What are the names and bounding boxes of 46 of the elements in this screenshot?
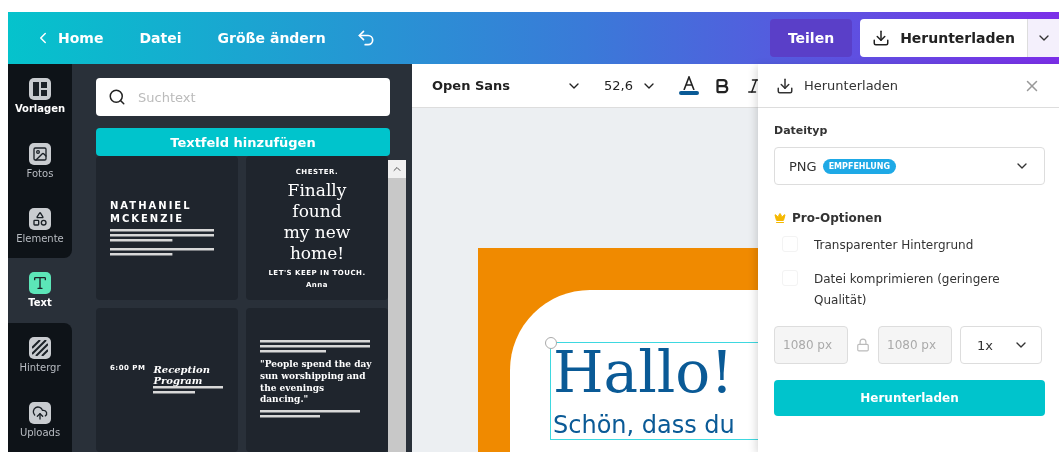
recommendation-badge: EMPFEHLUNG [822, 158, 897, 174]
canvas-heading[interactable]: Hallo! [553, 343, 734, 401]
dropdown-button[interactable] [1027, 19, 1059, 57]
image-icon [32, 146, 48, 162]
canvas-subheading[interactable]: Schön, dass du [553, 411, 735, 439]
template-title: NATHANIEL MCKENZIE [110, 198, 192, 225]
crown-icon [774, 212, 786, 224]
stripes-icon [32, 340, 48, 356]
pro-options-label: Pro-Optionen [792, 211, 883, 225]
height-field[interactable]: 1080 px [878, 326, 952, 365]
shapes-icon [32, 210, 48, 227]
file-type-dropdown[interactable]: PNG EMPFEHLUNG [774, 147, 1045, 185]
cloud-upload-icon [32, 404, 48, 421]
text-lines-drawing [153, 386, 224, 396]
template-title: Finally found my new home! [282, 179, 352, 265]
text-color-button[interactable] [678, 76, 699, 95]
sidebar-item[interactable]: Hintergr [8, 322, 72, 388]
template-thumbnail[interactable]: NATHANIEL MCKENZIE [96, 156, 238, 300]
scale-dropdown[interactable]: 1x [960, 326, 1042, 365]
file-type-label: Dateityp [774, 124, 829, 137]
download-button[interactable]: Herunterladen [860, 19, 1027, 57]
width-field[interactable]: 1080 px [774, 326, 848, 365]
panel-title: Herunterladen [804, 78, 900, 93]
scrollbar[interactable] [388, 160, 406, 452]
sidebar-item[interactable]: Vorlagen [8, 64, 72, 129]
sidebar-item[interactable]: Uploads [8, 387, 72, 452]
template-title: "People spend the day sun worshipping and the evenings dancing." [260, 359, 373, 406]
download-icon [872, 29, 891, 47]
undo-icon [355, 28, 376, 48]
option-label: Datei komprimieren (geringere Qualität) [814, 271, 1001, 309]
sidebar-item[interactable]: Elemente [8, 193, 72, 258]
resize-handle[interactable] [545, 337, 557, 349]
font-size-dropdown[interactable]: 52,6 [596, 77, 665, 94]
sidebar-item[interactable]: Fotos [8, 128, 72, 194]
share-button[interactable]: Teilen [769, 19, 853, 57]
download-icon [776, 76, 794, 95]
search-icon [108, 88, 126, 106]
option-label: Transparenter Hintergrund [814, 237, 974, 254]
text-icon [32, 275, 48, 292]
lock-icon[interactable] [856, 338, 870, 353]
template-thumbnail[interactable]: "People spend the day sun worshipping and the evenings dancing." [246, 308, 388, 452]
template-title: Reception Program [153, 364, 211, 386]
search-field[interactable]: Suchtext [96, 78, 390, 116]
font-dropdown[interactable]: Open Sans [432, 77, 582, 94]
scroll-up-icon [388, 160, 406, 178]
layout-icon [33, 82, 47, 97]
